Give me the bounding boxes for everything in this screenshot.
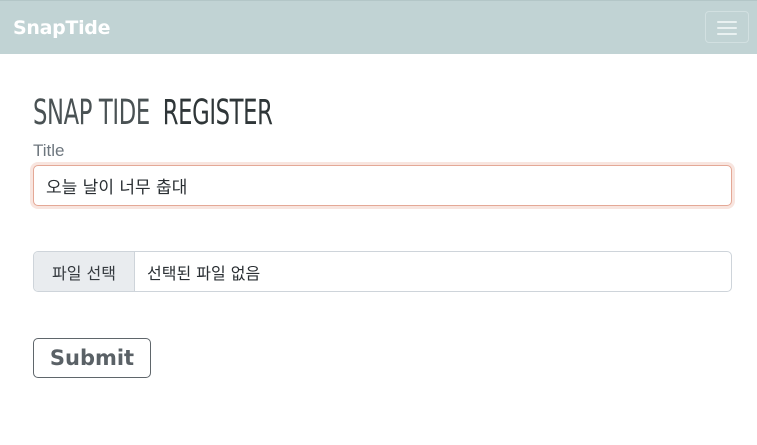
submit-button[interactable]: Submit <box>33 338 151 378</box>
file-input[interactable]: 파일 선택 선택된 파일 없음 <box>33 251 732 292</box>
navbar: SnapTide <box>0 0 757 54</box>
choose-file-button[interactable]: 파일 선택 <box>34 252 135 291</box>
page-title: SNAP TIDE REGISTER <box>33 92 273 134</box>
hamburger-menu-icon <box>717 21 737 23</box>
title-label: Title <box>33 141 65 160</box>
hamburger-menu-icon-bar <box>717 27 737 29</box>
title-input[interactable] <box>33 165 732 206</box>
brand-logo[interactable]: SnapTide <box>13 15 111 41</box>
file-status-text: 선택된 파일 없음 <box>147 263 261 283</box>
page-title-register: REGISTER <box>162 93 273 133</box>
page-title-brand: SNAP TIDE <box>33 93 150 133</box>
navbar-toggle-button[interactable] <box>705 11 749 43</box>
hamburger-menu-icon-bar <box>717 33 737 35</box>
